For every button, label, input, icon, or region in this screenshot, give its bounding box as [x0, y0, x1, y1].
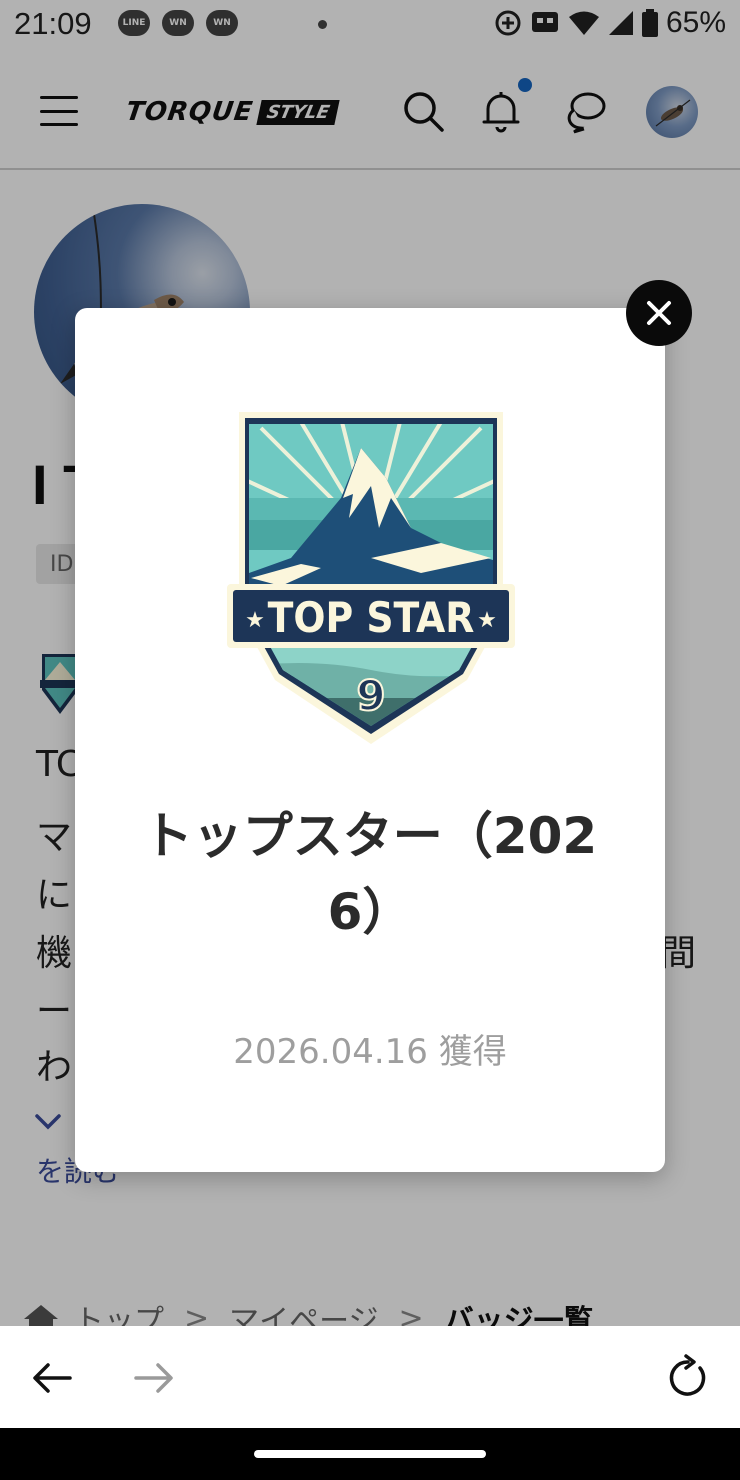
badge-detail-modal: TOP STAR ★ ★ 9 トップスター（2026） 2026.04.16 獲…	[75, 308, 665, 1172]
badge-banner-text: TOP STAR	[268, 593, 475, 642]
system-gesture-bar	[0, 1428, 740, 1480]
svg-text:★: ★	[245, 608, 265, 633]
close-icon	[647, 301, 671, 325]
svg-text:★: ★	[477, 608, 497, 633]
home-gesture-handle[interactable]	[254, 1450, 486, 1458]
badge-number: 9	[356, 671, 385, 720]
close-modal-button[interactable]	[626, 280, 692, 346]
top-star-badge-image: TOP STAR ★ ★ 9	[227, 412, 515, 744]
browser-nav-bar	[0, 1326, 740, 1428]
status-bar-dim	[0, 0, 740, 52]
badge-acquired-date: 2026.04.16 獲得	[233, 1032, 507, 1072]
back-arrow-icon[interactable]	[30, 1356, 74, 1400]
badge-name: トップスター（2026）	[142, 807, 598, 941]
reload-icon[interactable]	[664, 1354, 712, 1402]
forward-arrow-icon[interactable]	[132, 1356, 176, 1400]
